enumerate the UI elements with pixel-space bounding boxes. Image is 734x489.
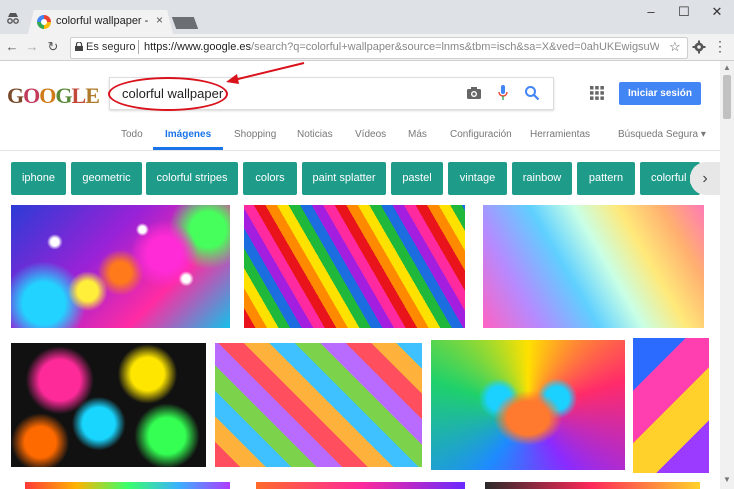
logo-letter: O — [39, 83, 56, 108]
tab-todo[interactable]: Todo — [121, 129, 143, 140]
image-result[interactable] — [215, 343, 422, 467]
reload-icon[interactable]: ↻ — [45, 39, 61, 55]
apps-grid-icon[interactable] — [590, 86, 604, 100]
menu-dots-icon[interactable]: ⋮ — [713, 38, 727, 55]
logo-letter: G — [55, 83, 72, 108]
signin-button[interactable]: Iniciar sesión — [619, 82, 701, 105]
extension-gear-icon[interactable] — [692, 40, 706, 54]
image-result[interactable] — [633, 338, 709, 473]
tab-mas[interactable]: Más — [408, 129, 427, 140]
close-window-button[interactable]: ✕ — [706, 4, 728, 20]
chip-colors[interactable]: colors — [243, 162, 297, 195]
scroll-thumb[interactable] — [723, 75, 731, 119]
image-result[interactable] — [11, 205, 230, 328]
tab-imagenes[interactable]: Imágenes — [165, 129, 211, 140]
chip-vintage[interactable]: vintage — [448, 162, 507, 195]
camera-icon[interactable] — [466, 86, 482, 100]
incognito-icon — [7, 13, 19, 24]
url-path: /search?q=colorful+wallpaper&source=lnms… — [251, 41, 659, 53]
chip-rainbow[interactable]: rainbow — [512, 162, 572, 195]
search-icon[interactable] — [524, 85, 540, 101]
chip-iphone[interactable]: iphone — [11, 162, 66, 195]
tab-title: colorful wallpaper - Busc — [56, 15, 152, 27]
chip-paint-splatter[interactable]: paint splatter — [302, 162, 386, 195]
bookmark-star-icon[interactable]: ☆ — [669, 39, 681, 55]
safe-search-dropdown[interactable]: Búsqueda Segura ▾ — [618, 129, 706, 140]
title-bar: colorful wallpaper - Busc × – ☐ ✕ — [0, 0, 734, 34]
tab-videos[interactable]: Vídeos — [355, 129, 386, 140]
scroll-up-icon[interactable]: ▲ — [720, 63, 734, 72]
tab-close-icon[interactable]: × — [156, 13, 163, 27]
logo-letter: G — [7, 83, 24, 108]
annotation-arrow — [226, 62, 305, 84]
secure-label: Es seguro — [86, 41, 136, 53]
nav-divider — [0, 150, 720, 151]
annotation-highlight-oval — [108, 77, 228, 111]
image-result[interactable] — [11, 343, 206, 467]
image-result[interactable] — [483, 205, 704, 328]
logo-letter: L — [71, 83, 87, 108]
google-favicon-icon — [37, 15, 51, 29]
chip-pastel[interactable]: pastel — [391, 162, 443, 195]
logo-letter: E — [85, 83, 100, 108]
image-result[interactable] — [244, 205, 465, 328]
lock-icon — [75, 42, 83, 51]
minimize-button[interactable]: – — [640, 4, 662, 19]
google-logo[interactable]: GOOGLE — [7, 83, 100, 109]
tab-noticias[interactable]: Noticias — [297, 129, 333, 140]
maximize-button[interactable]: ☐ — [673, 4, 695, 20]
address-bar[interactable]: Es seguro https://www.google.es/search?q… — [70, 37, 688, 59]
url-text[interactable]: https://www.google.es/search?q=colorful+… — [144, 41, 659, 53]
microphone-icon[interactable] — [498, 85, 508, 101]
forward-icon[interactable]: → — [24, 39, 40, 54]
image-result[interactable] — [256, 482, 465, 489]
image-result[interactable] — [431, 340, 625, 470]
logo-letter: O — [23, 83, 40, 108]
browser-tab[interactable]: colorful wallpaper - Busc × — [28, 10, 173, 34]
tab-shopping[interactable]: Shopping — [234, 129, 276, 140]
new-tab-button[interactable] — [171, 17, 199, 29]
address-separator — [138, 40, 139, 54]
chips-next-icon[interactable]: › — [690, 162, 720, 195]
scrollbar[interactable]: ▲ ▼ — [720, 61, 734, 489]
chip-pattern[interactable]: pattern — [577, 162, 635, 195]
tab-herramientas[interactable]: Herramientas — [530, 129, 590, 140]
url-host: https://www.google.es — [144, 41, 252, 53]
back-icon[interactable]: ← — [4, 39, 20, 54]
image-result[interactable] — [25, 482, 230, 489]
tab-configuracion[interactable]: Configuración — [450, 129, 512, 140]
scroll-down-icon[interactable]: ▼ — [720, 475, 734, 484]
toolbar: ← → ↻ Es seguro https://www.google.es/se… — [0, 34, 734, 61]
chip-colorful-stripes[interactable]: colorful stripes — [146, 162, 238, 195]
image-result[interactable] — [485, 482, 700, 489]
chip-geometric[interactable]: geometric — [71, 162, 142, 195]
